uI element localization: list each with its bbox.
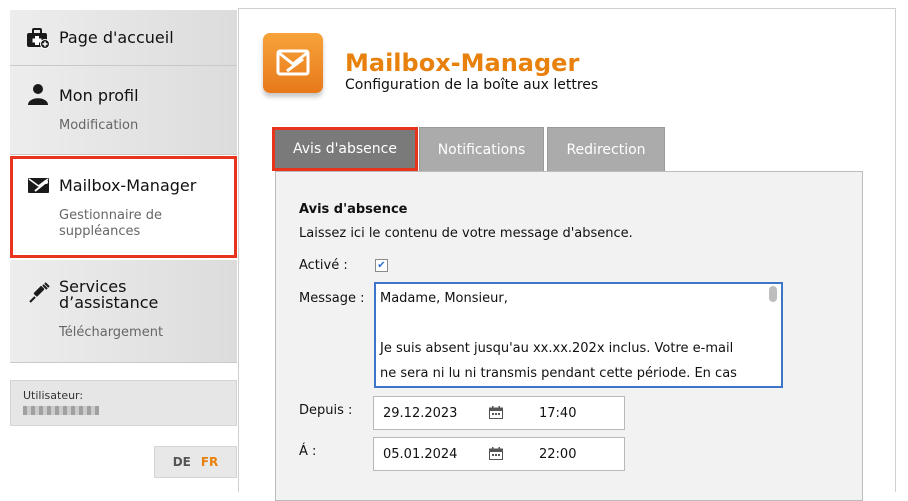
sidebar-item-sublabel: Modification bbox=[59, 118, 139, 133]
sidebar-item-sublabel: Téléchargement bbox=[59, 325, 164, 340]
sidebar-item-mailbox-manager[interactable]: Mailbox-Manager Gestionnaire de suppléan… bbox=[10, 156, 237, 258]
sidebar-item-sublabel: Gestionnaire de bbox=[59, 208, 163, 223]
user-label: Utilisateur: bbox=[23, 389, 84, 402]
sidebar-item-label: Mon profil bbox=[59, 86, 139, 105]
message-line: ne sera ni lu ni transmis pendant cette … bbox=[380, 366, 737, 381]
username-redacted bbox=[23, 406, 99, 415]
tab-notifications[interactable]: Notifications bbox=[419, 127, 544, 171]
to-label: Á : bbox=[299, 444, 317, 459]
message-textarea[interactable]: Madame, Monsieur, Je suis absent jusqu'a… bbox=[374, 282, 783, 388]
tab-absence-notice[interactable]: Avis d'absence bbox=[272, 127, 418, 171]
language-fr-link[interactable]: FR bbox=[201, 455, 218, 469]
from-date-value: 29.12.2023 bbox=[383, 406, 458, 421]
mailbox-icon bbox=[28, 178, 49, 193]
syringe-icon bbox=[29, 282, 50, 303]
tab-label: Avis d'absence bbox=[293, 141, 397, 157]
main-content: Mailbox-Manager Configuration de la boît… bbox=[238, 8, 896, 501]
from-label: Depuis : bbox=[299, 403, 353, 418]
active-checkbox[interactable]: ✔ bbox=[375, 259, 388, 272]
section-description: Laissez ici le contenu de votre message … bbox=[299, 226, 633, 241]
to-date-value: 05.01.2024 bbox=[383, 447, 458, 462]
section-title: Avis d'absence bbox=[299, 202, 408, 217]
sidebar-item-label: d’assistance bbox=[59, 293, 159, 312]
from-datetime-input[interactable]: 29.12.2023 17:40 bbox=[373, 396, 625, 430]
sidebar-item-sublabel: suppléances bbox=[59, 224, 141, 239]
message-label: Message : bbox=[299, 291, 365, 306]
tab-label: Notifications bbox=[437, 141, 526, 158]
message-line: Je suis absent jusqu'au xx.xx.202x inclu… bbox=[380, 341, 734, 356]
from-time-value: 17:40 bbox=[539, 406, 577, 421]
textarea-scrollbar[interactable] bbox=[769, 286, 777, 302]
sidebar-item-home[interactable]: Page d'accueil bbox=[10, 10, 237, 66]
user-info: Utilisateur: bbox=[10, 380, 237, 426]
page-subtitle: Configuration de la boîte aux lettres bbox=[345, 77, 599, 93]
language-switcher: DE FR bbox=[154, 446, 237, 478]
calendar-icon[interactable] bbox=[489, 406, 503, 419]
language-de-link[interactable]: DE bbox=[173, 455, 191, 469]
tab-label: Redirection bbox=[566, 141, 646, 158]
calendar-icon[interactable] bbox=[489, 447, 503, 460]
tab-redirection[interactable]: Redirection bbox=[547, 127, 665, 171]
sidebar: Page d'accueil Mon profil Modification M… bbox=[0, 0, 238, 492]
sidebar-item-profile[interactable]: Mon profil Modification bbox=[10, 66, 237, 155]
absence-panel: Avis d'absence Laissez ici le contenu de… bbox=[275, 171, 863, 501]
message-line: Madame, Monsieur, bbox=[380, 291, 508, 306]
sidebar-item-label: Page d'accueil bbox=[59, 28, 174, 47]
mailbox-app-icon bbox=[263, 33, 323, 93]
sidebar-item-support[interactable]: Services d’assistance Téléchargement bbox=[10, 260, 237, 363]
user-icon bbox=[28, 84, 48, 105]
to-time-value: 22:00 bbox=[539, 447, 577, 462]
medical-case-icon bbox=[27, 28, 50, 49]
sidebar-item-label: Mailbox-Manager bbox=[59, 176, 197, 195]
message-line bbox=[380, 311, 761, 336]
active-label: Activé : bbox=[299, 258, 348, 273]
page-title: Mailbox-Manager bbox=[345, 49, 580, 77]
to-datetime-input[interactable]: 05.01.2024 22:00 bbox=[373, 437, 625, 471]
envelope-icon bbox=[276, 49, 310, 76]
